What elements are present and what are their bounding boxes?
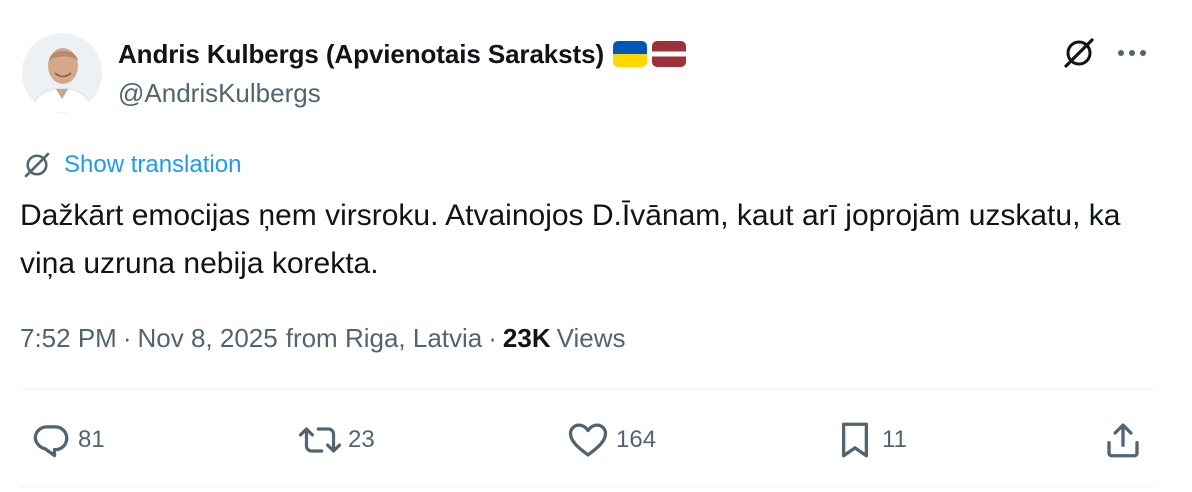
share-icon — [1107, 423, 1139, 458]
divider — [20, 486, 1154, 487]
like-button[interactable]: 164 — [566, 414, 656, 466]
translation-row: Show translation — [20, 148, 241, 182]
like-count: 164 — [616, 426, 657, 453]
repost-icon — [298, 427, 342, 453]
show-translation-link[interactable]: Show translation — [64, 151, 241, 179]
meta-separator: · — [122, 322, 132, 353]
views-count: 23K — [502, 322, 551, 353]
tweet-time[interactable]: 7:52 PM — [20, 323, 117, 354]
bookmark-icon — [841, 422, 869, 458]
author-name-row: Andris Kulbergs (Apvienotais Saraksts) — [118, 36, 686, 72]
author-display-name[interactable]: Andris Kulbergs (Apvienotais Saraksts) — [118, 39, 604, 70]
latvia-flag-icon — [652, 41, 686, 67]
avatar[interactable] — [22, 33, 102, 113]
more-dots-icon — [1118, 50, 1146, 56]
tweet-location: from Riga, Latvia — [285, 322, 483, 353]
grok-icon — [1064, 38, 1094, 68]
share-button[interactable] — [1102, 414, 1144, 466]
repost-button[interactable]: 23 — [298, 414, 375, 466]
bookmark-count: 11 — [882, 426, 907, 453]
tweet-actions-bar: 81 23 164 11 — [0, 414, 1192, 466]
more-options-button[interactable] — [1112, 33, 1152, 73]
tweet-meta: 7:52 PM · Nov 8, 2025 from Riga, Latvia … — [20, 318, 626, 358]
reply-count: 81 — [78, 426, 105, 453]
reply-button[interactable]: 81 — [30, 414, 105, 466]
profile-photo — [22, 33, 102, 113]
author-handle[interactable]: @AndrisKulbergs — [118, 78, 321, 109]
ukraine-flag-icon — [613, 41, 647, 67]
reply-icon — [33, 425, 69, 458]
grok-translate-icon — [20, 148, 54, 182]
meta-separator: · — [488, 322, 497, 353]
tweet-date[interactable]: Nov 8, 2025 — [138, 323, 278, 354]
divider — [20, 389, 1154, 390]
grok-button[interactable] — [1059, 33, 1099, 73]
bookmark-button[interactable]: 11 — [834, 414, 907, 466]
heart-icon — [568, 423, 608, 457]
repost-count: 23 — [348, 426, 375, 453]
tweet-text: Dažkārt emocijas ņem virsroku. Atvainojo… — [20, 199, 1121, 280]
views-label: Views — [556, 322, 626, 353]
